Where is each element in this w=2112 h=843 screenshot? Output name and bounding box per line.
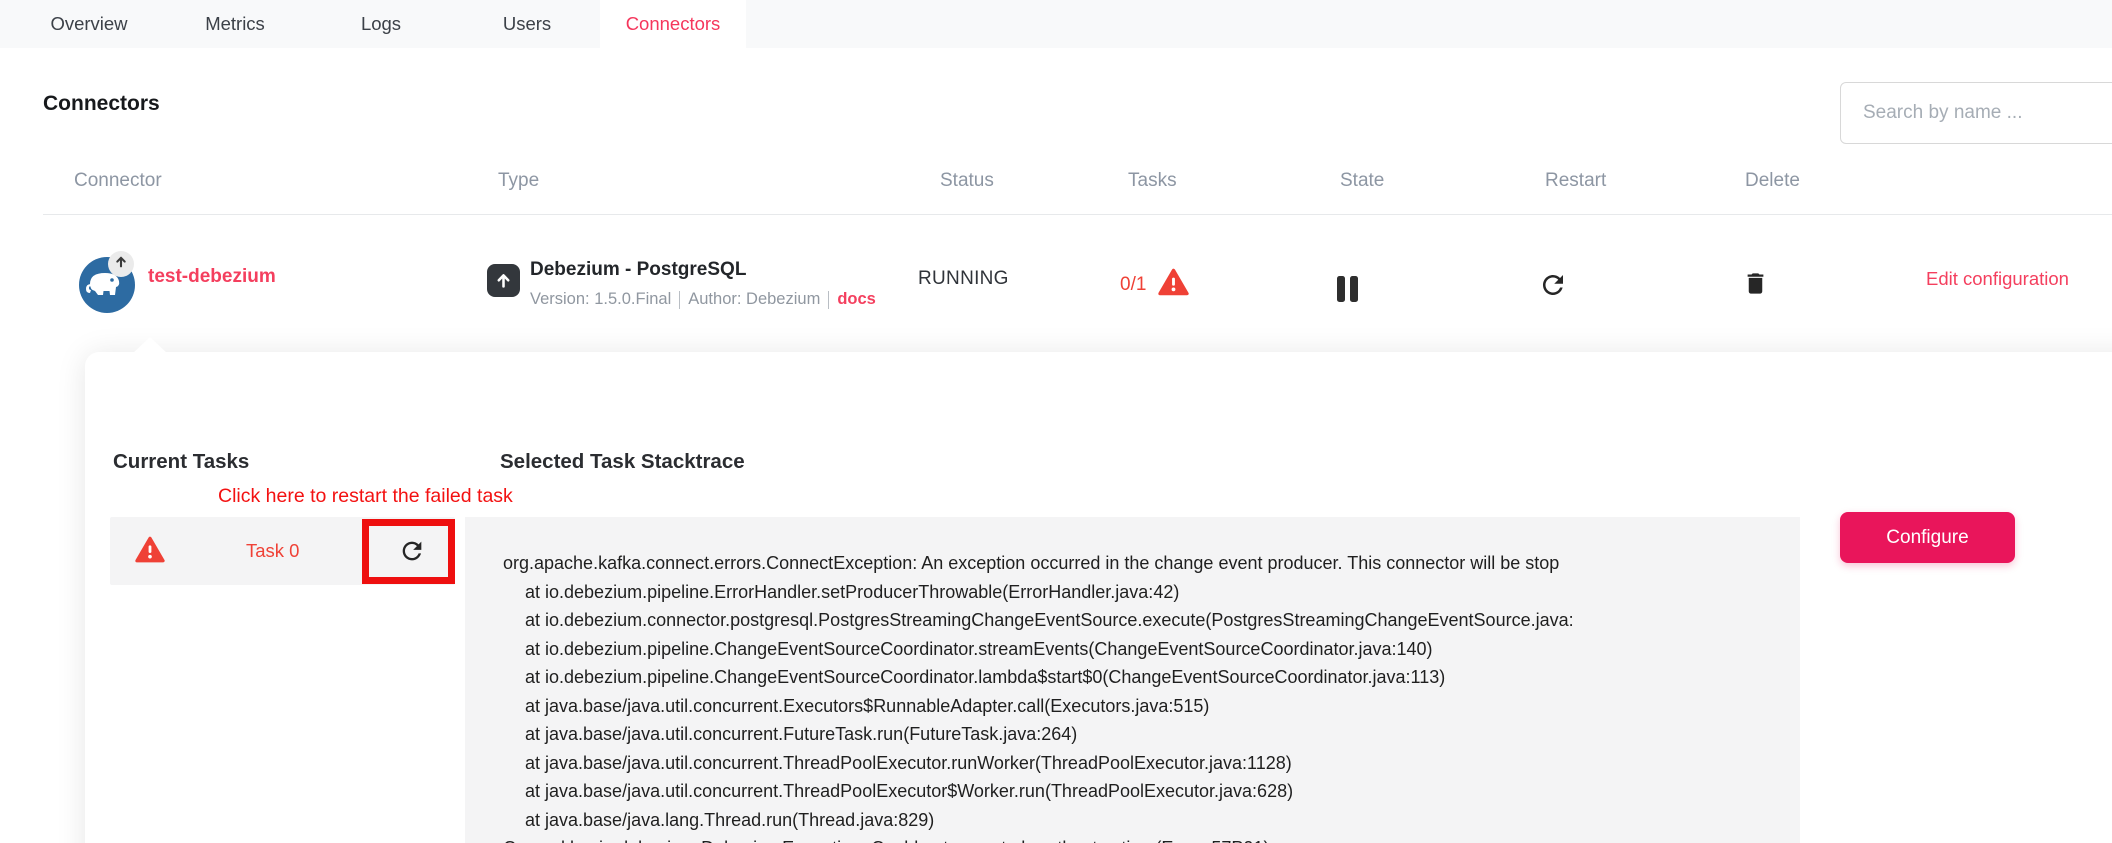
- restart-connector-button[interactable]: [1538, 272, 1568, 302]
- stacktrace-line: at java.base/java.lang.Thread.run(Thread…: [503, 806, 1800, 835]
- connector-type-title: Debezium - PostgreSQL: [530, 259, 746, 281]
- stacktrace-line: at io.debezium.pipeline.ChangeEventSourc…: [503, 635, 1800, 664]
- configure-button[interactable]: Configure: [1840, 512, 2015, 563]
- stacktrace-line: org.apache.kafka.connect.errors.ConnectE…: [503, 549, 1800, 578]
- stacktrace-line: at java.base/java.util.concurrent.Future…: [503, 720, 1800, 749]
- tab-connectors[interactable]: Connectors: [600, 0, 746, 48]
- header-separator: [43, 214, 2112, 215]
- tab-metrics[interactable]: Metrics: [162, 0, 308, 48]
- stacktrace-box: org.apache.kafka.connect.errors.ConnectE…: [465, 517, 1800, 843]
- task-row[interactable]: Task 0: [110, 517, 455, 585]
- column-header-connector: Connector: [74, 170, 162, 192]
- column-header-type: Type: [498, 170, 539, 192]
- arrow-up-icon: [114, 255, 128, 274]
- source-connector-badge: [108, 251, 134, 277]
- stacktrace-line: at io.debezium.pipeline.ChangeEventSourc…: [503, 663, 1800, 692]
- connector-details-panel: Current Tasks Selected Task Stacktrace C…: [85, 352, 2112, 843]
- pause-connector-button[interactable]: [1334, 275, 1360, 302]
- source-type-icon: [487, 264, 520, 297]
- divider: [828, 291, 829, 309]
- edit-configuration-link[interactable]: Edit configuration: [1926, 268, 2069, 290]
- connector-type-meta: Version: 1.5.0.Final Author: Debezium do…: [530, 290, 876, 309]
- status-value: RUNNING: [918, 268, 1009, 290]
- stacktrace-line: Caused by: io.debezium.DebeziumException…: [503, 834, 1800, 843]
- column-header-restart: Restart: [1545, 170, 1606, 192]
- column-header-tasks: Tasks: [1128, 170, 1177, 192]
- current-tasks-title: Current Tasks: [113, 450, 249, 474]
- stacktrace-line: at io.debezium.connector.postgresql.Post…: [503, 606, 1800, 635]
- version-text: Version: 1.5.0.Final: [530, 290, 671, 309]
- annotation-text: Click here to restart the failed task: [218, 485, 513, 508]
- delete-connector-button[interactable]: [1741, 271, 1769, 301]
- trash-icon: [1742, 269, 1769, 303]
- task-label: Task 0: [246, 540, 299, 562]
- page-title: Connectors: [43, 92, 160, 116]
- author-text: Author: Debezium: [688, 290, 820, 309]
- tasks-cell: 0/1: [1120, 268, 1189, 301]
- search-input[interactable]: [1840, 82, 2112, 144]
- stacktrace-title: Selected Task Stacktrace: [500, 450, 745, 474]
- divider: [679, 291, 680, 309]
- restart-icon: [1538, 270, 1568, 305]
- pause-icon: [1337, 276, 1345, 302]
- column-header-delete: Delete: [1745, 170, 1800, 192]
- stacktrace-line: at java.base/java.util.concurrent.Thread…: [503, 749, 1800, 778]
- connector-name-link[interactable]: test-debezium: [148, 266, 276, 288]
- tab-logs[interactable]: Logs: [308, 0, 454, 48]
- column-header-state: State: [1340, 170, 1384, 192]
- stacktrace-line: at java.base/java.util.concurrent.Execut…: [503, 692, 1800, 721]
- tab-overview[interactable]: Overview: [16, 0, 162, 48]
- warning-triangle-icon: [1158, 268, 1189, 301]
- restart-task-button[interactable]: [398, 537, 426, 570]
- top-nav: Overview Metrics Logs Users Connectors: [0, 0, 2112, 48]
- postgresql-elephant-icon: [79, 300, 135, 313]
- column-header-status: Status: [940, 170, 994, 192]
- panel-notch: [133, 337, 167, 353]
- task-warning-icon: [135, 536, 165, 568]
- tab-users[interactable]: Users: [454, 0, 600, 48]
- tasks-count: 0/1: [1120, 274, 1146, 296]
- stacktrace-line: at java.base/java.util.concurrent.Thread…: [503, 777, 1800, 806]
- docs-link[interactable]: docs: [837, 290, 876, 309]
- stacktrace-line: at io.debezium.pipeline.ErrorHandler.set…: [503, 578, 1800, 607]
- connectors-page: Overview Metrics Logs Users Connectors C…: [0, 0, 2112, 843]
